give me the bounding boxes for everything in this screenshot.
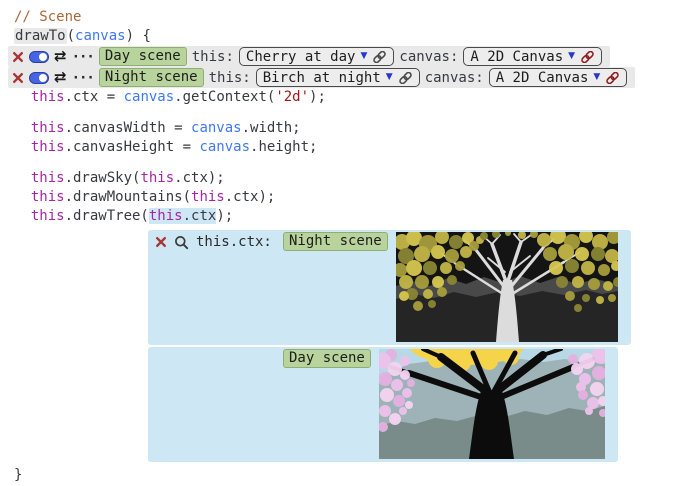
code-text: .width; — [242, 120, 301, 136]
probe-example-badge[interactable]: Day scene — [283, 349, 371, 368]
more-options-icon[interactable]: ··· — [72, 50, 94, 64]
keyword-this: this — [31, 139, 65, 155]
canvas-binding-dropdown[interactable]: A 2D Canvas ▼ — [463, 47, 602, 66]
code-text: .ctx = — [65, 89, 124, 105]
example-row-day: ⇄ ··· Day scene this: Cherry at day ▼ ca… — [8, 46, 610, 67]
dropdown-caret-icon: ▼ — [593, 73, 600, 82]
close-probe-icon[interactable] — [155, 236, 167, 248]
code-text: ); — [216, 208, 233, 224]
day-scene-canvas-image — [379, 349, 605, 459]
keyword-this: this — [149, 208, 183, 224]
closing-brace: } — [14, 467, 22, 483]
probe-panel: this.ctx: Night scene — [148, 230, 675, 462]
function-name[interactable]: drawTo — [14, 28, 67, 44]
code-text: .height; — [250, 139, 317, 155]
shared-link-icon[interactable] — [605, 72, 620, 84]
canvas-label: canvas: — [425, 70, 484, 86]
shared-link-icon[interactable] — [580, 51, 595, 63]
toggle-knob — [39, 53, 47, 61]
probed-expression[interactable]: this.ctx — [149, 208, 216, 224]
code-line-comment: // Scene — [0, 8, 675, 27]
code-line-drawsky: this.drawSky(this.ctx); — [0, 169, 675, 188]
canvas-label: canvas: — [399, 49, 458, 65]
code-line-ctx: this.ctx = canvas.getContext('2d'); — [0, 88, 675, 107]
this-binding-dropdown[interactable]: Cherry at day ▼ — [239, 47, 395, 66]
canvas-binding-value: A 2D Canvas — [496, 70, 589, 86]
punctuation: ) { — [126, 28, 151, 44]
code-line-drawmountains: this.drawMountains(this.ctx); — [0, 188, 675, 207]
code-line-drawtree: this.drawTree(this.ctx); — [0, 207, 675, 226]
keyword-this: this — [31, 170, 65, 186]
parameter-name: canvas — [199, 139, 250, 155]
editor-page: // Scene drawTo(canvas) { ⇄ ··· Day scen… — [0, 0, 675, 485]
inspect-icon[interactable] — [174, 235, 189, 250]
code-text: ); — [309, 89, 326, 105]
code-line-close: } — [0, 466, 675, 485]
dropdown-caret-icon: ▼ — [360, 52, 367, 61]
code-text: .drawSky( — [65, 170, 141, 186]
link-icon[interactable] — [398, 72, 413, 84]
probe-expression: this.ctx: — [196, 234, 272, 250]
keyword-this: this — [140, 170, 174, 186]
example-row-night: ⇄ ··· Night scene this: Birch at night ▼… — [8, 67, 635, 88]
keyword-this: this — [31, 208, 65, 224]
code-text: .canvasHeight = — [65, 139, 200, 155]
example-enabled-toggle[interactable] — [29, 51, 49, 63]
probe-example-badge[interactable]: Night scene — [283, 232, 388, 251]
parameter-name: canvas — [191, 120, 242, 136]
code-text: .ctx); — [174, 170, 225, 186]
dropdown-caret-icon: ▼ — [386, 73, 393, 82]
parameter-name: canvas — [124, 89, 175, 105]
keyword-this: this — [31, 120, 65, 136]
keyword-this: this — [31, 189, 65, 205]
code-text: .ctx — [183, 208, 217, 224]
remove-example-icon[interactable] — [12, 51, 24, 63]
canvas-binding-value: A 2D Canvas — [470, 49, 563, 65]
keyword-this: this — [191, 189, 225, 205]
night-scene-canvas-image — [396, 232, 618, 342]
this-label: this: — [209, 70, 251, 86]
example-name-badge[interactable]: Night scene — [99, 68, 204, 87]
blank-line — [0, 157, 675, 169]
this-binding-dropdown[interactable]: Birch at night ▼ — [256, 68, 420, 87]
example-enabled-toggle[interactable] — [29, 72, 49, 84]
code-text: .drawMountains( — [65, 189, 191, 205]
comment-text: // Scene — [14, 9, 81, 25]
code-text: .ctx); — [225, 189, 276, 205]
link-icon[interactable] — [372, 51, 387, 63]
string-literal: '2d' — [275, 89, 309, 105]
blank-line — [0, 107, 675, 119]
code-text: .canvasWidth = — [65, 120, 191, 136]
more-options-icon[interactable]: ··· — [72, 71, 94, 85]
swap-examples-icon[interactable]: ⇄ — [54, 49, 67, 64]
probe-result-night: this.ctx: Night scene — [148, 230, 631, 345]
example-name-badge[interactable]: Day scene — [99, 47, 187, 66]
probe-result-day: Day scene — [148, 347, 618, 462]
punctuation: ( — [67, 28, 75, 44]
probe-header-spacer — [155, 349, 283, 368]
swap-examples-icon[interactable]: ⇄ — [54, 70, 67, 85]
probe-header: this.ctx: — [155, 232, 283, 251]
code-line-width: this.canvasWidth = canvas.width; — [0, 119, 675, 138]
parameter-name: canvas — [75, 28, 126, 44]
code-line-signature: drawTo(canvas) { — [0, 27, 675, 46]
canvas-binding-dropdown[interactable]: A 2D Canvas ▼ — [489, 68, 628, 87]
this-binding-value: Birch at night — [263, 70, 381, 86]
toggle-knob — [39, 74, 47, 82]
this-label: this: — [192, 49, 234, 65]
keyword-this: this — [31, 89, 65, 105]
code-text: .getContext( — [174, 89, 275, 105]
dropdown-caret-icon: ▼ — [568, 52, 575, 61]
code-text: .drawTree( — [65, 208, 149, 224]
code-line-height: this.canvasHeight = canvas.height; — [0, 138, 675, 157]
this-binding-value: Cherry at day — [246, 49, 356, 65]
remove-example-icon[interactable] — [12, 72, 24, 84]
